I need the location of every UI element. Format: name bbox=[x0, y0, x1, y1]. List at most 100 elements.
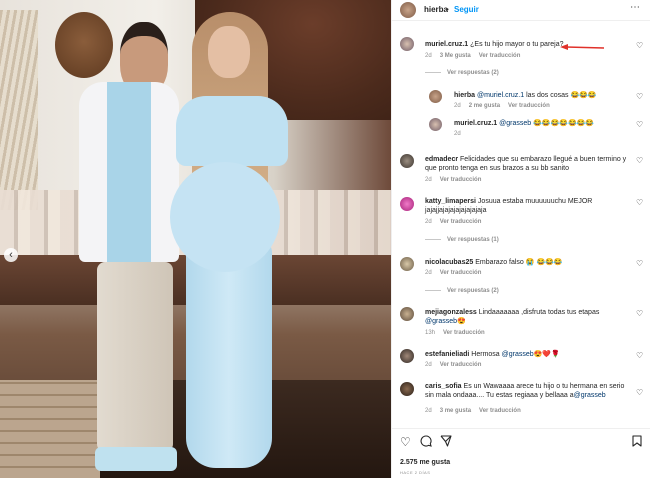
likes-count[interactable]: 2.575 me gusta bbox=[400, 459, 450, 466]
reply-emoji: 😂😂😂😂😂😂😂 bbox=[533, 120, 595, 127]
comment-time: 2d bbox=[425, 53, 432, 59]
comment-meta: 2d Ver traducción bbox=[425, 219, 489, 225]
comment-avatar[interactable] bbox=[400, 257, 414, 271]
comment-username[interactable]: estefanieliadi bbox=[425, 351, 469, 358]
translate-link[interactable]: Ver traducción bbox=[479, 408, 521, 414]
comment-likes[interactable]: 3 me gusta bbox=[440, 408, 471, 414]
view-replies-link[interactable]: Ver respuestas (2) bbox=[425, 288, 499, 294]
translate-link[interactable]: Ver traducción bbox=[440, 270, 482, 276]
post-actions-bar: ♡ 2.575 me gusta HACE 2 DÍAS bbox=[392, 428, 650, 479]
view-replies-link[interactable]: Ver respuestas (2) bbox=[425, 70, 499, 76]
more-options-icon[interactable]: ⋯ bbox=[630, 2, 641, 13]
comment-mention[interactable]: @grasseb bbox=[425, 318, 457, 325]
comment-body: mejiagonzaless Lindaaaaaaa ,disfruta tod… bbox=[425, 308, 615, 326]
reply-meta: 2d bbox=[454, 131, 469, 137]
comment-username[interactable]: muriel.cruz.1 bbox=[425, 41, 468, 48]
comment-username[interactable]: edmadecr bbox=[425, 156, 458, 163]
comment-meta: 2d Ver traducción bbox=[425, 270, 489, 276]
comment-mention[interactable]: @grasseb bbox=[574, 392, 606, 399]
comment-meta: 2d 3 me gusta Ver traducción bbox=[425, 408, 529, 414]
reply-time: 2d bbox=[454, 103, 461, 109]
reply-text: las dos cosas bbox=[526, 92, 569, 99]
comment-avatar[interactable] bbox=[400, 37, 414, 51]
comment-avatar[interactable] bbox=[400, 154, 414, 168]
comment-body: nicolacubas25 Embarazo falso 😭 😂😂😂 bbox=[425, 258, 625, 267]
comment-mention[interactable]: @grasseb bbox=[502, 351, 534, 358]
comment-like-icon[interactable]: ♡ bbox=[636, 388, 643, 397]
comment-username[interactable]: caris_sofia bbox=[425, 383, 462, 390]
comment-emoji: 😍❤️🌹 bbox=[533, 351, 560, 358]
reply-mention[interactable]: @grasseb bbox=[499, 120, 531, 127]
share-icon[interactable] bbox=[440, 435, 452, 450]
comment-username[interactable]: katty_limapersi bbox=[425, 198, 476, 205]
post-photo: ‹ bbox=[0, 0, 391, 478]
annotation-arrow bbox=[560, 44, 604, 50]
translate-link[interactable]: Ver traducción bbox=[479, 53, 521, 59]
reply-emoji: 😂😂😂 bbox=[570, 92, 597, 99]
comment-time: 2d bbox=[425, 219, 432, 225]
reply-username[interactable]: muriel.cruz.1 bbox=[454, 120, 497, 127]
photo-person-woman bbox=[160, 12, 300, 478]
comment-like-icon[interactable]: ♡ bbox=[636, 156, 643, 165]
comment-time: 2d bbox=[425, 270, 432, 276]
bookmark-icon[interactable] bbox=[632, 435, 642, 450]
reply-meta: 2d 2 me gusta Ver traducción bbox=[454, 103, 558, 109]
comment-meta: 2d Ver traducción bbox=[425, 362, 489, 368]
post-header: hierba • Seguir ⋯ bbox=[392, 0, 650, 21]
comment-meta: 2d 3 Me gusta Ver traducción bbox=[425, 53, 528, 59]
author-avatar[interactable] bbox=[400, 2, 416, 18]
translate-link[interactable]: Ver traducción bbox=[443, 330, 485, 336]
comment-like-icon[interactable]: ♡ bbox=[636, 351, 643, 360]
reply-time: 2d bbox=[454, 131, 461, 137]
translate-link[interactable]: Ver traducción bbox=[440, 362, 482, 368]
comment-body: katty_limapersi Josuua estaba muuuuuuchu… bbox=[425, 197, 625, 215]
reply-likes[interactable]: 2 me gusta bbox=[469, 103, 500, 109]
reply-body: hierba @muriel.cruz.1 las dos cosas 😂😂😂 bbox=[454, 91, 634, 100]
translate-link[interactable]: Ver traducción bbox=[440, 177, 482, 183]
author-username[interactable]: hierba bbox=[424, 5, 448, 14]
photo-pampas-decoration bbox=[0, 10, 38, 210]
translate-link[interactable]: Ver traducción bbox=[440, 219, 482, 225]
view-replies-link[interactable]: Ver respuestas (1) bbox=[425, 237, 499, 243]
comment-username[interactable]: nicolacubas25 bbox=[425, 259, 473, 266]
comment-likes[interactable]: 3 Me gusta bbox=[440, 53, 471, 59]
comment-body: estefanieliadi Hermosa @grasseb😍❤️🌹 bbox=[425, 350, 625, 359]
follow-button[interactable]: Seguir bbox=[454, 5, 479, 14]
comment-like-icon[interactable]: ♡ bbox=[636, 309, 643, 318]
comment-avatar[interactable] bbox=[400, 197, 414, 211]
reply-like-icon[interactable]: ♡ bbox=[636, 92, 643, 101]
comment-text: ¿Es tu hijo mayor o tu pareja? bbox=[468, 41, 564, 48]
carousel-prev-icon[interactable]: ‹ bbox=[4, 248, 18, 262]
comment-time: 2d bbox=[425, 408, 432, 414]
comment-meta: 2d Ver traducción bbox=[425, 177, 489, 183]
comment-time: 13h bbox=[425, 330, 436, 336]
comment-body: caris_sofia Es un Wawaaaa arece tu hijo … bbox=[425, 382, 625, 400]
comment-text: Lindaaaaaaa ,disfruta todas tus etapas bbox=[476, 309, 600, 316]
comment-avatar[interactable] bbox=[400, 349, 414, 363]
reply-username[interactable]: hierba bbox=[454, 92, 475, 99]
comment-body: edmadecr Felicidades que su embarazo lle… bbox=[425, 155, 630, 173]
comment-avatar[interactable] bbox=[400, 307, 414, 321]
translate-link[interactable]: Ver traducción bbox=[508, 103, 550, 109]
comment-like-icon[interactable]: ♡ bbox=[636, 198, 643, 207]
comment-emoji: 😭 😂😂😂 bbox=[525, 259, 563, 266]
reply-mention[interactable]: @muriel.cruz.1 bbox=[477, 92, 524, 99]
comment-time: 2d bbox=[425, 177, 432, 183]
comment-username[interactable]: mejiagonzaless bbox=[425, 309, 477, 316]
comment-meta: 13h Ver traducción bbox=[425, 330, 493, 336]
post-date: HACE 2 DÍAS bbox=[400, 470, 431, 475]
comment-like-icon[interactable]: ♡ bbox=[636, 41, 643, 50]
comment-text: Hermosa bbox=[469, 351, 500, 358]
comment-text: Embarazo falso bbox=[473, 259, 526, 266]
comment-avatar[interactable] bbox=[400, 382, 414, 396]
comments-panel: hierba • Seguir ⋯ muriel.cruz.1 ¿Es tu h… bbox=[391, 0, 650, 478]
reply-like-icon[interactable]: ♡ bbox=[636, 120, 643, 129]
heart-icon[interactable]: ♡ bbox=[400, 435, 411, 449]
reply-body: muriel.cruz.1 @grasseb 😂😂😂😂😂😂😂 bbox=[454, 119, 634, 128]
comment-like-icon[interactable]: ♡ bbox=[636, 259, 643, 268]
header-separator: • bbox=[446, 5, 449, 14]
comment-icon[interactable] bbox=[420, 435, 432, 450]
reply-avatar[interactable] bbox=[429, 118, 442, 131]
reply-avatar[interactable] bbox=[429, 90, 442, 103]
comment-time: 2d bbox=[425, 362, 432, 368]
